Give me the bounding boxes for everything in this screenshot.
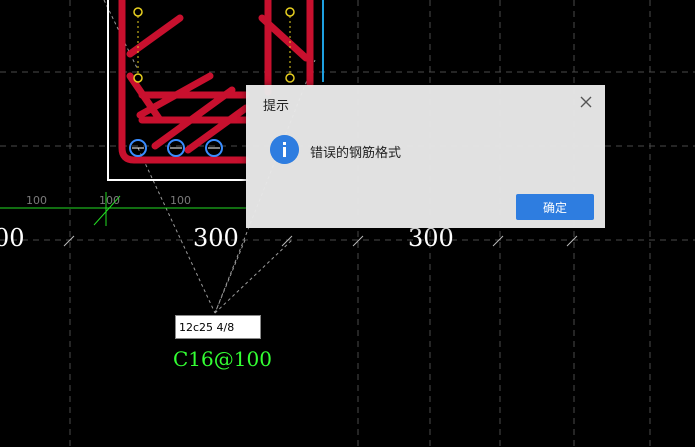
error-dialog: 提示 错误的钢筋格式 确定 [246, 85, 605, 228]
ok-button[interactable]: 确定 [516, 194, 594, 220]
rebar-spec-label: C16@100 [173, 347, 272, 371]
dialog-title: 提示 [263, 99, 290, 114]
small-dimension-1: 100 [26, 194, 47, 207]
dimension-right: 300 [408, 224, 454, 252]
close-icon[interactable] [577, 93, 595, 111]
dimension-left: 00 [0, 224, 25, 252]
dialog-message: 错误的钢筋格式 [310, 146, 402, 161]
dimension-center: 300 [193, 224, 239, 252]
rebar-command-input[interactable] [175, 315, 261, 339]
info-icon [270, 135, 299, 164]
small-dimension-2: 100 [99, 194, 120, 207]
small-dimension-3: 100 [170, 194, 191, 207]
